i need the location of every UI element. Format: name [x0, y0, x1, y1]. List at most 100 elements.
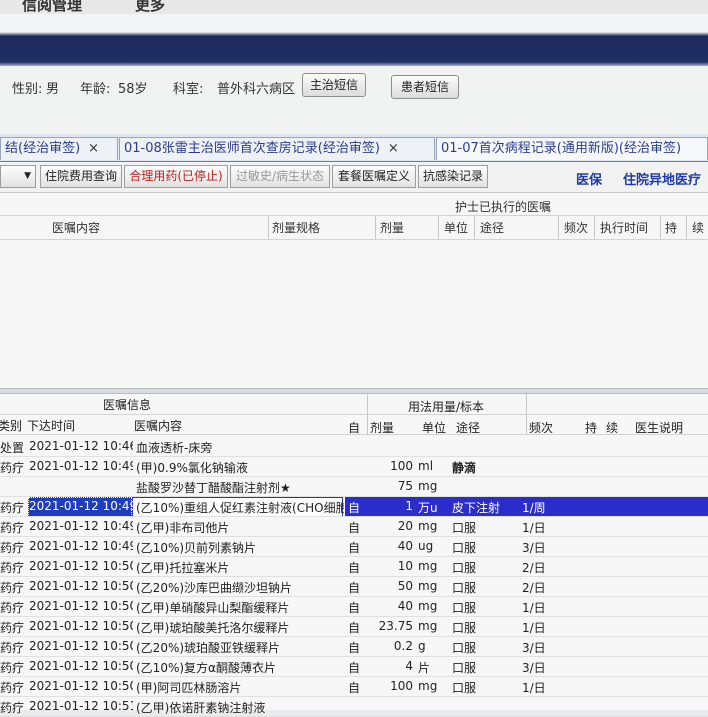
category-cell: 药疗 — [0, 661, 25, 675]
tab-label: 01-07首次病程记录(通用新版)(经治审签) — [441, 141, 682, 156]
unit-cell: mg — [418, 619, 438, 633]
menu-item-more[interactable]: 更多 — [135, 0, 165, 14]
order-row[interactable]: 药疗 2021-01-12 10:50 (乙甲)琥珀酸美托洛尔缓释片 自 23.75 mg… — [0, 617, 708, 637]
dose-cell: 20 — [397, 519, 413, 533]
column-header[interactable]: 医生说明 — [635, 419, 683, 436]
unit-cell: mg — [418, 559, 438, 573]
order-row[interactable]: 药疗 2021-01-12 10:49 (乙10%)重组人促红素注射液(CHO细胞)… — [0, 497, 708, 517]
category-cell: 药疗 — [0, 621, 25, 635]
dose-cell: 75 — [397, 479, 413, 493]
dose-cell: 100 — [390, 679, 413, 693]
order-content-cell: (乙甲)托拉塞米片 — [136, 561, 230, 575]
column-header[interactable]: 持 — [665, 219, 677, 236]
rational-drug-button[interactable]: 合理用药(已停止) — [124, 165, 228, 188]
order-content-cell: 盐酸罗沙替丁醋酸酯注射剂★ — [136, 481, 291, 495]
order-row[interactable]: 药疗 2021-01-12 10:50 (甲)阿司匹林肠溶片 自 100 mg 口服 1/日 — [0, 677, 708, 697]
remote-medical-label: 住院异地医疗 — [623, 173, 702, 188]
tab-summary[interactable]: 结(经治审签) × — [0, 137, 118, 160]
order-row[interactable]: 药疗 2021-01-12 10:50 (乙20%)琥珀酸亚铁缓释片 自 0.2 g 口服 3… — [0, 637, 708, 657]
category-cell: 药疗 — [0, 461, 25, 475]
order-content-cell: (乙20%)琥珀酸亚铁缓释片 — [136, 641, 281, 655]
menu-bar: 信阅管理 更多 — [0, 0, 708, 14]
column-header[interactable]: 剂量 — [380, 219, 404, 236]
order-content-cell: 血液透析-床旁 — [136, 441, 213, 455]
column-header[interactable]: 剂量规格 — [272, 219, 320, 236]
column-header[interactable]: 医嘱内容 — [52, 219, 100, 236]
self-pay-cell: 自 — [348, 501, 361, 515]
order-row[interactable]: 药疗 2021-01-12 10:49 (乙10%)贝前列素钠片 自 40 ug 口服 3/日 — [0, 537, 708, 557]
column-header[interactable]: 途径 — [480, 219, 504, 236]
order-set-button[interactable]: 套餐医嘱定义 — [332, 165, 416, 188]
column-header[interactable]: 自 — [348, 419, 360, 436]
route-cell: 口服 — [452, 581, 477, 595]
close-icon[interactable]: × — [388, 141, 399, 156]
issue-time-cell: 2021-01-12 10:50 — [29, 559, 133, 573]
unit-cell: mg — [418, 519, 438, 533]
issue-time-cell: 2021-01-12 10:51 — [29, 699, 133, 713]
dose-cell: 40 — [397, 599, 413, 613]
route-cell: 口服 — [452, 621, 477, 635]
unit-cell: g — [418, 639, 426, 653]
patient-sms-button[interactable]: 患者短信 — [391, 75, 459, 99]
frequency-cell: 3/日 — [522, 661, 546, 675]
order-row[interactable]: 药疗 2021-01-12 10:49 (甲)0.9%氯化钠输液 100 ml 静滴 — [0, 457, 708, 477]
executed-orders-group-header: 护士已执行的医嘱 — [455, 200, 552, 214]
order-content-cell: (甲)0.9%氯化钠输液 — [136, 461, 248, 475]
self-pay-cell: 自 — [348, 601, 361, 615]
close-icon[interactable]: × — [88, 141, 99, 156]
column-header[interactable]: 医嘱内容 — [134, 417, 182, 434]
order-content-cell: (甲)阿司匹林肠溶片 — [136, 681, 242, 695]
tab-attending-first-rounds[interactable]: 01-08张雷主治医师首次查房记录(经治审签) × — [119, 137, 435, 160]
column-header[interactable]: 续 — [692, 219, 704, 236]
dropdown-select[interactable]: ▼ — [0, 165, 36, 188]
dose-cell: 10 — [397, 559, 413, 573]
frequency-cell: 2/日 — [522, 581, 546, 595]
column-header[interactable]: 单位 — [444, 219, 468, 236]
route-cell: 口服 — [452, 681, 477, 695]
issue-time-cell: 2021-01-12 10:49 — [29, 539, 133, 553]
order-row[interactable]: 盐酸罗沙替丁醋酸酯注射剂★ 75 mg — [0, 477, 708, 497]
order-row[interactable]: 处置 2021-01-12 10:46 血液透析-床旁 — [0, 437, 708, 457]
sex-value: 男 — [46, 82, 60, 97]
menu-item-message-management[interactable]: 信阅管理 — [22, 0, 82, 14]
column-header[interactable]: 单位 — [422, 419, 446, 436]
allergy-history-button[interactable]: 过敏史/病生状态 — [230, 165, 330, 188]
column-header[interactable]: 续 — [606, 419, 618, 436]
order-row[interactable]: 药疗 2021-01-12 10:50 (乙20%)沙库巴曲缬沙坦钠片 自 50 mg 口服… — [0, 577, 708, 597]
title-banner — [0, 14, 708, 66]
column-header[interactable]: 途径 — [456, 419, 480, 436]
order-row[interactable]: 药疗 2021-01-12 10:50 (乙10%)复方α酮酸薄衣片 自 4 片 口服 3/日 — [0, 657, 708, 677]
dept-label: 科室: — [173, 82, 204, 97]
category-cell: 药疗 — [0, 561, 25, 575]
dose-cell: 40 — [397, 539, 413, 553]
order-row[interactable]: 药疗 2021-01-12 10:50 (乙甲)托拉塞米片 自 10 mg 口服 2/日 — [0, 557, 708, 577]
order-info-group-header: 医嘱信息 — [103, 398, 152, 412]
executed-orders-table: 护士已执行的医嘱 医嘱内容 剂量规格 剂量 单位 途径 频次 执行时间 持 续 — [0, 193, 708, 388]
tab-first-progress-note[interactable]: 01-07首次病程记录(通用新版)(经治审签) — [436, 137, 708, 160]
column-header[interactable]: 频次 — [564, 219, 588, 236]
unit-cell: mg — [418, 479, 438, 493]
order-content-cell: (乙甲)依诺肝素钠注射液 — [136, 701, 266, 715]
order-row[interactable]: 药疗 2021-01-12 10:50 (乙甲)单硝酸异山梨酯缓释片 自 40 mg 口服 1… — [0, 597, 708, 617]
column-header[interactable]: 持 — [585, 419, 597, 436]
self-pay-cell: 自 — [348, 581, 361, 595]
fee-query-button[interactable]: 住院费用查询 — [40, 165, 122, 188]
issue-time-cell: 2021-01-12 10:49 — [29, 499, 133, 513]
order-row[interactable]: 药疗 2021-01-12 10:49 (乙甲)非布司他片 自 20 mg 口服 1/日 — [0, 517, 708, 537]
column-header[interactable]: 剂量 — [370, 419, 394, 436]
column-header[interactable]: 执行时间 — [600, 219, 648, 236]
order-content-cell: (乙甲)琥珀酸美托洛尔缓释片 — [136, 621, 290, 635]
column-header[interactable]: 下达时间 — [27, 417, 75, 434]
route-cell: 静滴 — [452, 461, 477, 475]
order-content-cell: (乙甲)非布司他片 — [136, 521, 230, 535]
category-cell: 药疗 — [0, 521, 25, 535]
anti-infection-record-button[interactable]: 抗感染记录 — [418, 165, 488, 188]
frequency-cell: 1/周 — [522, 501, 546, 515]
frequency-cell: 2/日 — [522, 561, 546, 575]
column-header[interactable]: 频次 — [529, 419, 553, 436]
age-label: 年龄: — [80, 82, 111, 97]
column-header[interactable]: 类别 — [0, 417, 22, 434]
attending-sms-button[interactable]: 主治短信 — [302, 73, 366, 97]
order-row[interactable]: 药疗 2021-01-12 10:51 (乙甲)依诺肝素钠注射液 — [0, 697, 708, 717]
usage-group-header: 用法用量/标本 — [408, 400, 485, 414]
